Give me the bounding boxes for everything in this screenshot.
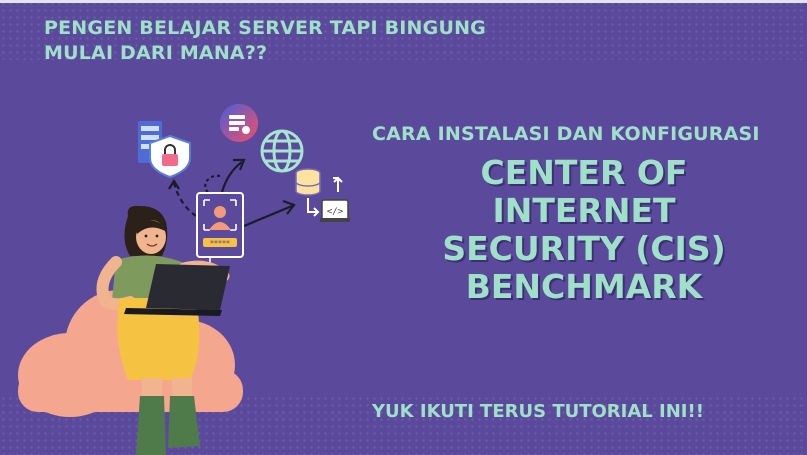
illustration: </> *****	[18, 104, 350, 455]
database-settings-icon	[220, 104, 258, 142]
top-border	[0, 0, 807, 3]
database-icon	[295, 168, 343, 196]
title-line-2: SECURITY (CIS)	[442, 229, 726, 268]
code-window-icon: </>	[307, 198, 350, 222]
main-title: CENTER OF INTERNET SECURITY (CIS) BENCHM…	[384, 154, 784, 306]
lock-shield-icon	[149, 134, 191, 179]
title-line-3: BENCHMARK	[465, 267, 703, 306]
svg-text:</>: </>	[327, 207, 344, 217]
tagline-line-1: PENGEN BELAJAR SERVER TAPI BINGUNG	[44, 17, 486, 39]
title-line-1: CENTER OF INTERNET	[480, 153, 688, 230]
tagline-line-2: MULAI DARI MANA??	[44, 42, 268, 64]
globe-icon	[260, 129, 304, 173]
svg-text:*****: *****	[210, 239, 230, 248]
subtitle: CARA INSTALASI DAN KONFIGURASI	[372, 123, 760, 145]
tagline: PENGEN BELAJAR SERVER TAPI BINGUNG MULAI…	[44, 16, 514, 66]
user-login-card-icon: *****	[186, 192, 244, 269]
call-to-action: YUK IKUTI TERUS TUTORIAL INI!!	[372, 401, 704, 422]
thumbnail-canvas: PENGEN BELAJAR SERVER TAPI BINGUNG MULAI…	[0, 0, 807, 455]
